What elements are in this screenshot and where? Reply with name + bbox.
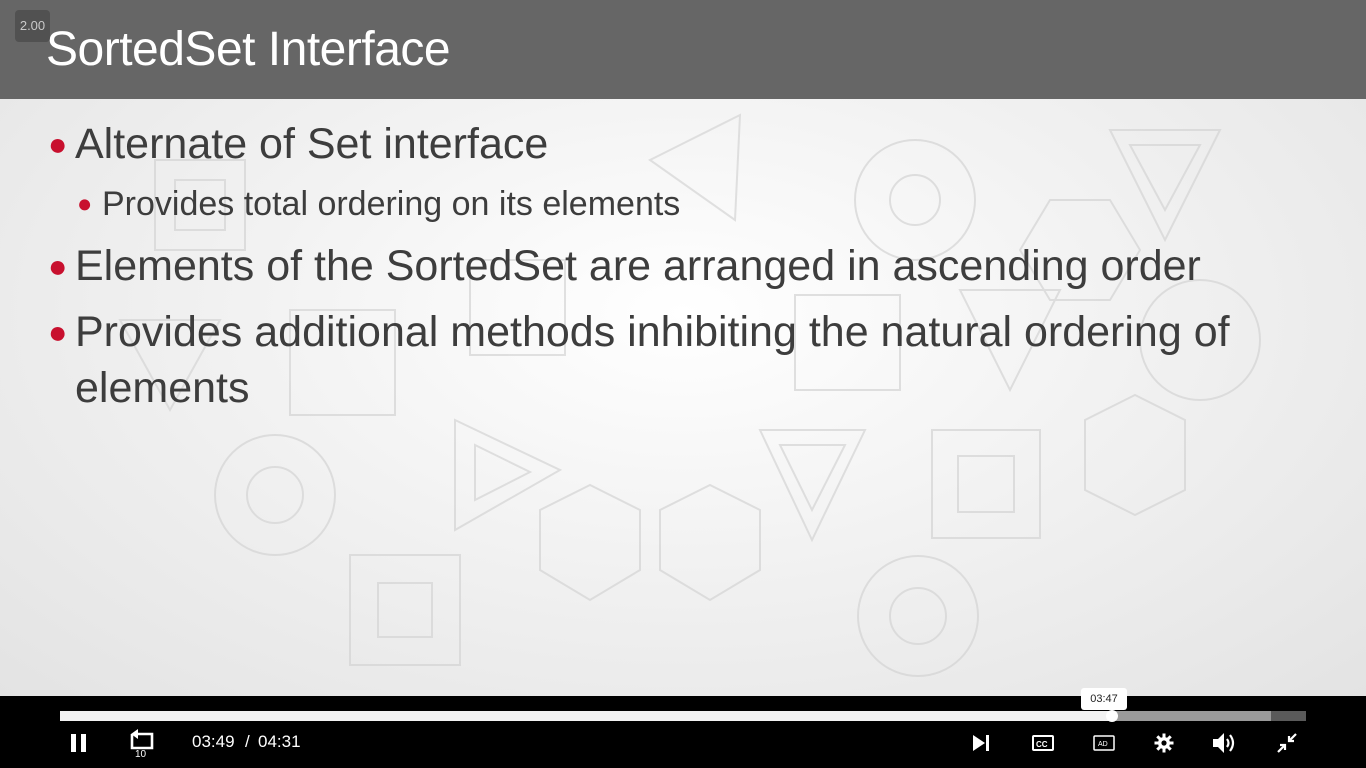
audio-description-icon: AD	[1093, 735, 1115, 751]
bullet-subitem: ● Provides total ordering on its element…	[77, 182, 681, 226]
bullet-item: ● Provides additional methods inhibiting…	[48, 304, 1325, 416]
progress-thumb[interactable]	[1105, 710, 1118, 722]
exit-fullscreen-icon	[1277, 733, 1297, 753]
bullet-dot-icon: ●	[48, 126, 68, 162]
volume-icon	[1213, 733, 1235, 753]
player-controls: 03:47 10 03:49 / 04:31 CC AD	[0, 688, 1366, 768]
svg-text:AD: AD	[1098, 741, 1108, 748]
volume-button[interactable]	[1205, 726, 1245, 760]
svg-text:10: 10	[135, 749, 147, 758]
bullet-text: Provides total ordering on its elements	[102, 185, 681, 223]
progress-bar[interactable]	[60, 710, 1306, 722]
closed-captions-icon: CC	[1032, 735, 1054, 751]
bullet-text: Provides additional methods inhibiting t…	[75, 308, 1230, 412]
rewind-10-button[interactable]: 10	[121, 726, 161, 760]
hover-time-tooltip: 03:47	[1081, 688, 1127, 710]
replay-10-icon: 10	[130, 729, 154, 758]
bullet-item: ● Alternate of Set interface	[48, 116, 549, 172]
gear-icon	[1154, 733, 1174, 753]
captions-button[interactable]: CC	[1023, 726, 1063, 760]
svg-text:CC: CC	[1036, 740, 1048, 749]
time-separator: /	[245, 732, 250, 751]
settings-button[interactable]	[1144, 726, 1184, 760]
bullet-dot-icon: ●	[77, 190, 93, 218]
audio-description-button[interactable]: AD	[1084, 726, 1124, 760]
exit-fullscreen-button[interactable]	[1267, 726, 1307, 760]
current-time: 03:49	[192, 732, 235, 751]
next-button[interactable]	[961, 726, 1001, 760]
skip-next-icon	[973, 735, 989, 751]
bullet-text: Alternate of Set interface	[75, 120, 549, 168]
progress-played	[60, 711, 1112, 721]
bullet-item: ● Elements of the SortedSet are arranged…	[48, 238, 1201, 294]
pause-icon	[71, 734, 86, 752]
bullet-text: Elements of the SortedSet are arranged i…	[75, 242, 1201, 290]
duration: 04:31	[258, 732, 301, 751]
bullet-list: ● Alternate of Set interface ● Provides …	[0, 0, 1366, 696]
bullet-dot-icon: ●	[48, 314, 68, 350]
bullet-dot-icon: ●	[48, 248, 68, 284]
slide: SortedSet Interface 2.00 ● Alternate of …	[0, 0, 1366, 696]
pause-button[interactable]	[59, 726, 99, 760]
